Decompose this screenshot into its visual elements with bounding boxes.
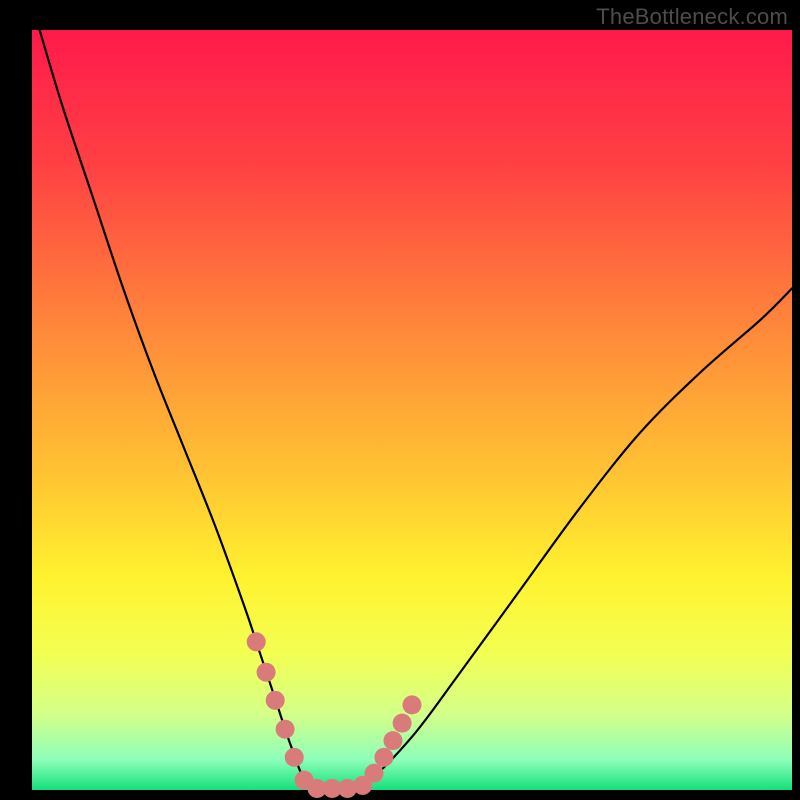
optimal-dot: [257, 663, 276, 682]
optimal-dot: [374, 748, 393, 767]
optimal-dot: [247, 632, 266, 651]
optimal-dot: [393, 714, 412, 733]
optimal-dot: [365, 764, 384, 783]
plot-background: [32, 30, 792, 790]
chart-stage: TheBottleneck.com: [0, 0, 800, 800]
optimal-dot: [285, 748, 304, 767]
optimal-dot: [384, 731, 403, 750]
watermark-text: TheBottleneck.com: [596, 4, 788, 30]
optimal-dot: [403, 695, 422, 714]
optimal-dot: [266, 691, 285, 710]
bottleneck-plot: [0, 0, 800, 800]
optimal-dot: [276, 720, 295, 739]
